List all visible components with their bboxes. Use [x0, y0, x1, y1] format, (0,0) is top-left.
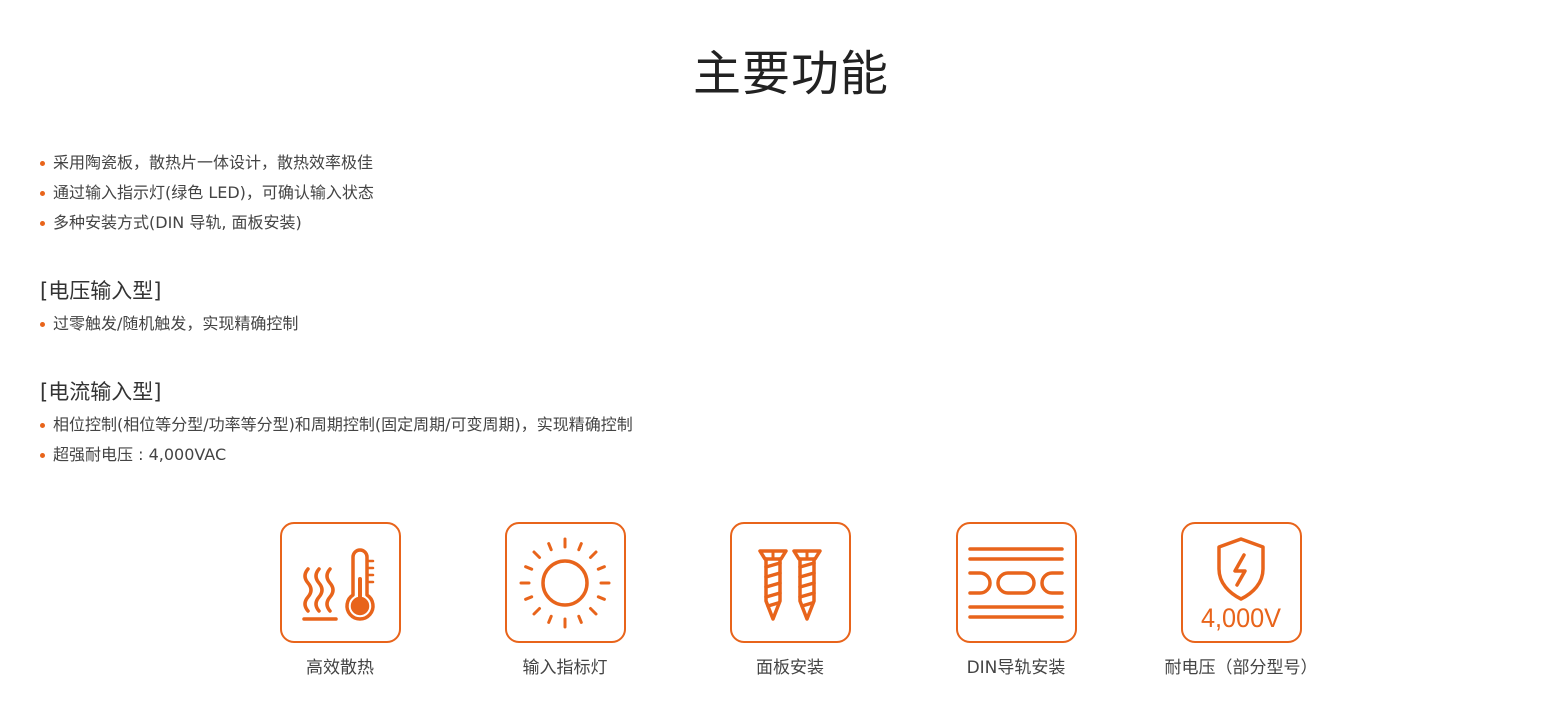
list-item-text: 相位控制(相位等分型/功率等分型)和周期控制(固定周期/可变周期)，实现精确控制	[53, 415, 633, 434]
list-item-text: 采用陶瓷板，散热片一体设计，散热效率极佳	[53, 153, 374, 172]
current-type-list: 相位控制(相位等分型/功率等分型)和周期控制(固定周期/可变周期)，实现精确控制…	[40, 410, 940, 470]
bullet-dot	[40, 221, 45, 226]
feature-icon-box: 4,000V	[1180, 522, 1302, 643]
feature-input-indicator: 输入指标灯	[480, 522, 650, 679]
feature-icon-box	[729, 522, 851, 643]
list-item-text: 通过输入指示灯(绿色 LED)，可确认输入状态	[53, 183, 374, 202]
list-item: 通过输入指示灯(绿色 LED)，可确认输入状态	[40, 178, 940, 208]
list-item: 过零触发/随机触发，实现精确控制	[40, 309, 940, 339]
heat-dissipation-icon	[302, 547, 375, 621]
feature-description: 采用陶瓷板，散热片一体设计，散热效率极佳 通过输入指示灯(绿色 LED)，可确认…	[40, 148, 940, 470]
voltage-type-heading: [电压输入型]	[40, 279, 162, 303]
bullet-dot	[40, 453, 45, 458]
feature-icon-box	[955, 522, 1077, 643]
bullet-dot	[40, 191, 45, 196]
feature-label: DIN导轨安装	[966, 658, 1066, 678]
feature-icon-row: 高效散热 输入指标灯 面板安装 DIN导轨安装 4,000V 耐电压（部分型号）	[0, 522, 1566, 692]
list-item: 采用陶瓷板，散热片一体设计，散热效率极佳	[40, 148, 940, 178]
list-item-text: 过零触发/随机触发，实现精确控制	[53, 314, 299, 333]
general-feature-list: 采用陶瓷板，散热片一体设计，散热效率极佳 通过输入指示灯(绿色 LED)，可确认…	[40, 148, 940, 238]
din-rail-icon	[968, 546, 1064, 619]
bullet-dot	[40, 161, 45, 166]
feature-label: 面板安装	[756, 658, 824, 678]
feature-panel-mount: 面板安装	[705, 522, 875, 679]
feature-label: 耐电压（部分型号）	[1164, 658, 1318, 678]
feature-icon-box	[279, 522, 401, 643]
current-type-heading: [电流输入型]	[40, 380, 162, 404]
feature-withstand-voltage: 4,000V 耐电压（部分型号）	[1156, 522, 1326, 679]
voltage-shield-icon: 4,000V	[1201, 536, 1281, 633]
list-item: 多种安装方式(DIN 导轨, 面板安装)	[40, 208, 940, 238]
page-title: 主要功能	[692, 46, 889, 102]
list-item: 超强耐电压 : 4,000VAC	[40, 440, 940, 470]
voltage-badge-text: 4,000V	[1201, 603, 1281, 633]
feature-icon-box	[504, 522, 626, 643]
input-indicator-icon	[519, 537, 611, 628]
list-item: 相位控制(相位等分型/功率等分型)和周期控制(固定周期/可变周期)，实现精确控制	[40, 410, 940, 440]
feature-label: 高效散热	[306, 658, 374, 678]
panel-mount-screws-icon	[758, 548, 822, 621]
feature-label: 输入指标灯	[522, 658, 608, 678]
feature-din-rail: DIN导轨安装	[931, 522, 1101, 679]
bullet-dot	[40, 322, 45, 327]
voltage-type-list: 过零触发/随机触发，实现精确控制	[40, 309, 940, 339]
bullet-dot	[40, 423, 45, 428]
list-item-text: 超强耐电压 : 4,000VAC	[53, 445, 227, 464]
feature-heat-dissipation: 高效散热	[255, 522, 425, 679]
list-item-text: 多种安装方式(DIN 导轨, 面板安装)	[53, 213, 302, 232]
